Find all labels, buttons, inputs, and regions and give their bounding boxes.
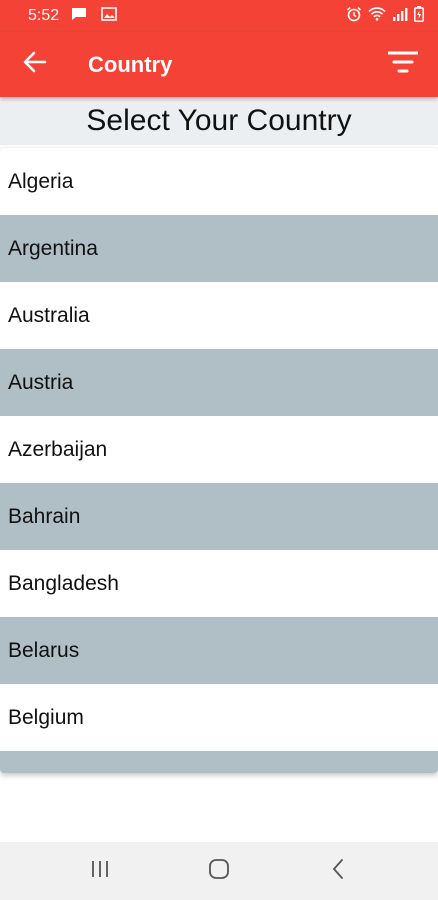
status-time: 5:52 <box>28 7 60 24</box>
app-bar: Country <box>0 32 438 97</box>
country-item-partial[interactable] <box>0 751 438 773</box>
country-item-bahrain[interactable]: Bahrain <box>0 483 438 550</box>
page-title: Country <box>88 51 173 77</box>
filter-button[interactable] <box>380 42 426 88</box>
wifi-icon <box>368 6 386 26</box>
home-icon <box>208 858 230 885</box>
battery-icon <box>414 5 424 27</box>
status-bar: 5:52 <box>0 0 438 32</box>
select-country-heading: Select Your Country <box>86 104 352 137</box>
recent-apps-icon <box>90 860 110 883</box>
message-icon <box>71 7 87 26</box>
country-item-azerbaijan[interactable]: Azerbaijan <box>0 416 438 483</box>
screen: 5:52 Country Select Your Country Algeria… <box>0 0 438 900</box>
image-icon <box>101 6 117 26</box>
status-right-icons <box>346 5 424 27</box>
country-item-belgium[interactable]: Belgium <box>0 684 438 751</box>
country-item-argentina[interactable]: Argentina <box>0 215 438 282</box>
nav-back-button[interactable] <box>308 847 368 895</box>
system-nav-bar <box>0 842 438 900</box>
country-item-algeria[interactable]: Algeria <box>0 148 438 215</box>
heading-band: Select Your Country <box>0 97 438 145</box>
filter-icon <box>387 50 419 79</box>
country-item-austria[interactable]: Austria <box>0 349 438 416</box>
country-item-belarus[interactable]: Belarus <box>0 617 438 684</box>
signal-icon <box>392 7 408 26</box>
country-item-australia[interactable]: Australia <box>0 282 438 349</box>
recent-apps-button[interactable] <box>70 847 130 895</box>
home-button[interactable] <box>189 847 249 895</box>
alarm-icon <box>346 6 362 27</box>
arrow-left-icon <box>23 51 47 78</box>
back-button[interactable] <box>12 42 58 88</box>
back-icon <box>331 858 345 885</box>
country-list: Algeria Argentina Australia Austria Azer… <box>0 148 438 773</box>
status-left-icons <box>71 6 117 26</box>
country-item-bangladesh[interactable]: Bangladesh <box>0 550 438 617</box>
